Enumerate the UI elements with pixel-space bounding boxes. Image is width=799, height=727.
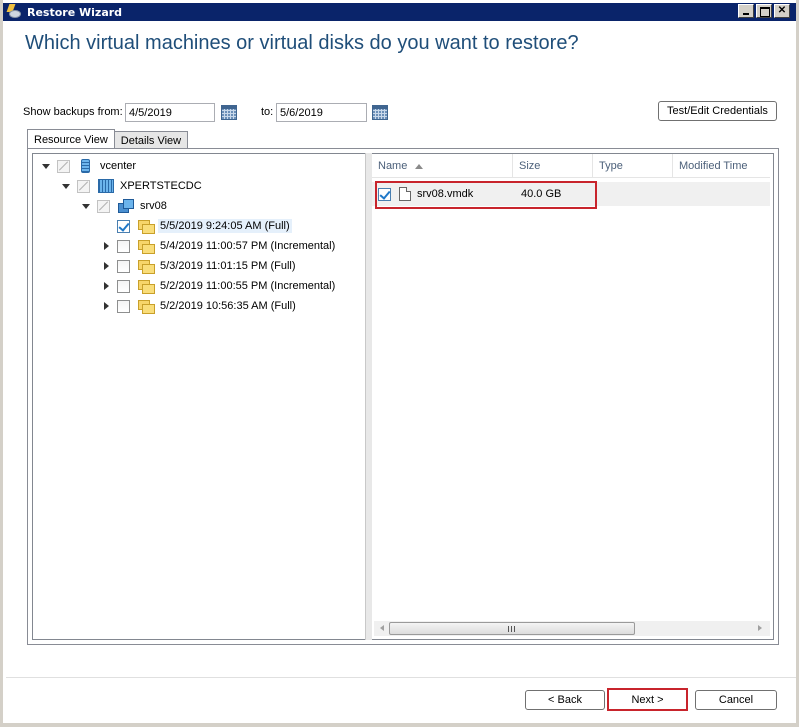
horizontal-scrollbar[interactable] (374, 621, 770, 636)
tree-label: 5/2/2019 11:00:55 PM (Incremental) (160, 280, 336, 292)
row-name: srv08.vmdk (417, 188, 474, 200)
tree-node-datacenter[interactable]: XPERTSTECDC (61, 177, 204, 195)
tree-node-backup[interactable]: 5/4/2019 11:00:57 PM (Incremental) (101, 237, 337, 255)
tree-node-backup[interactable]: 5/5/2019 9:24:05 AM (Full) (101, 217, 292, 235)
tree-label: srv08 (140, 200, 167, 212)
page-heading: Which virtual machines or virtual disks … (25, 32, 579, 54)
column-header-type[interactable]: Type (593, 154, 673, 178)
tree-checkbox[interactable] (97, 199, 110, 213)
column-header-modified-time[interactable]: Modified Time (673, 154, 770, 178)
row-checkbox[interactable] (378, 187, 391, 201)
tree-checkbox[interactable] (57, 159, 70, 173)
close-icon: ✕ (777, 5, 787, 16)
tree-node-backup[interactable]: 5/2/2019 11:00:55 PM (Incremental) (101, 277, 337, 295)
list-row[interactable]: srv08.vmdk 40.0 GB (372, 182, 770, 206)
tree-label: 5/3/2019 11:01:15 PM (Full) (160, 260, 296, 272)
restore-wizard-window: Restore Wizard ✕ Which virtual machines … (0, 0, 799, 727)
row-size: 40.0 GB (521, 188, 562, 200)
tree-label: vcenter (100, 160, 137, 172)
backup-icon (138, 259, 155, 274)
expand-arrow-icon[interactable] (101, 301, 111, 311)
tree-node-backup[interactable]: 5/3/2019 11:01:15 PM (Full) (101, 257, 298, 275)
column-header-name[interactable]: Name (372, 154, 513, 178)
tree-label: 5/4/2019 11:00:57 PM (Incremental) (160, 240, 336, 252)
maximize-button[interactable] (756, 4, 772, 18)
close-button[interactable]: ✕ (774, 4, 790, 18)
tab-resource-view[interactable]: Resource View (27, 129, 115, 149)
tree-checkbox[interactable] (117, 239, 130, 253)
backup-icon (138, 299, 155, 314)
expand-arrow-icon[interactable] (101, 241, 111, 251)
file-icon (399, 187, 411, 201)
sort-ascending-icon (415, 163, 424, 169)
title-bar: Restore Wizard ✕ (3, 3, 796, 21)
collapse-arrow-icon[interactable] (81, 201, 91, 211)
tree-checkbox[interactable] (117, 259, 130, 273)
vcenter-icon (81, 159, 90, 173)
column-header-size[interactable]: Size (513, 154, 593, 178)
calendar-icon[interactable] (372, 105, 388, 120)
disk-list: Name Size Type Modified Time srv08.vmdk … (372, 153, 774, 640)
to-label: to: (261, 106, 274, 118)
collapse-arrow-icon[interactable] (61, 181, 71, 191)
from-date-input[interactable] (125, 103, 215, 122)
backup-icon (138, 219, 155, 234)
scroll-right-icon[interactable] (758, 625, 762, 631)
grip-icon (508, 626, 515, 632)
tree-label: 5/2/2019 10:56:35 AM (Full) (160, 300, 296, 312)
resource-tree: vcenter XPERTSTECDC srv08 5/5/2019 9:24:… (32, 153, 365, 640)
tree-node-vm[interactable]: srv08 (81, 197, 169, 215)
list-header: Name Size Type Modified Time (372, 154, 770, 178)
calendar-icon[interactable] (221, 105, 237, 120)
next-button[interactable]: Next > (607, 688, 688, 711)
tree-checkbox[interactable] (77, 179, 90, 193)
backup-icon (138, 239, 155, 254)
scrollbar-thumb[interactable] (389, 622, 635, 635)
datacenter-icon (98, 179, 114, 193)
backup-icon (138, 279, 155, 294)
minimize-button[interactable] (738, 4, 754, 18)
tree-checkbox[interactable] (117, 219, 130, 233)
tree-checkbox[interactable] (117, 299, 130, 313)
pane-splitter[interactable] (365, 153, 372, 640)
window-title: Restore Wizard (27, 5, 123, 19)
expand-arrow-icon[interactable] (101, 281, 111, 291)
test-edit-credentials-button[interactable]: Test/Edit Credentials (658, 101, 777, 121)
collapse-arrow-icon[interactable] (41, 161, 51, 171)
app-icon (6, 4, 23, 20)
tree-checkbox[interactable] (117, 279, 130, 293)
to-date-input[interactable] (276, 103, 367, 122)
tree-node-backup[interactable]: 5/2/2019 10:56:35 AM (Full) (101, 297, 298, 315)
view-tabs: Resource View Details View (27, 129, 189, 149)
cancel-button[interactable]: Cancel (695, 690, 777, 710)
tab-details-view[interactable]: Details View (114, 131, 189, 149)
footer-divider (6, 677, 796, 678)
expand-arrow-icon[interactable] (101, 261, 111, 271)
tree-node-vcenter[interactable]: vcenter (41, 157, 138, 175)
back-button[interactable]: < Back (525, 690, 605, 710)
tree-label: 5/5/2019 9:24:05 AM (Full) (158, 219, 292, 233)
from-label: Show backups from: (23, 106, 123, 118)
vm-icon (118, 199, 134, 213)
scroll-left-icon[interactable] (380, 625, 384, 631)
tree-label: XPERTSTECDC (120, 180, 202, 192)
